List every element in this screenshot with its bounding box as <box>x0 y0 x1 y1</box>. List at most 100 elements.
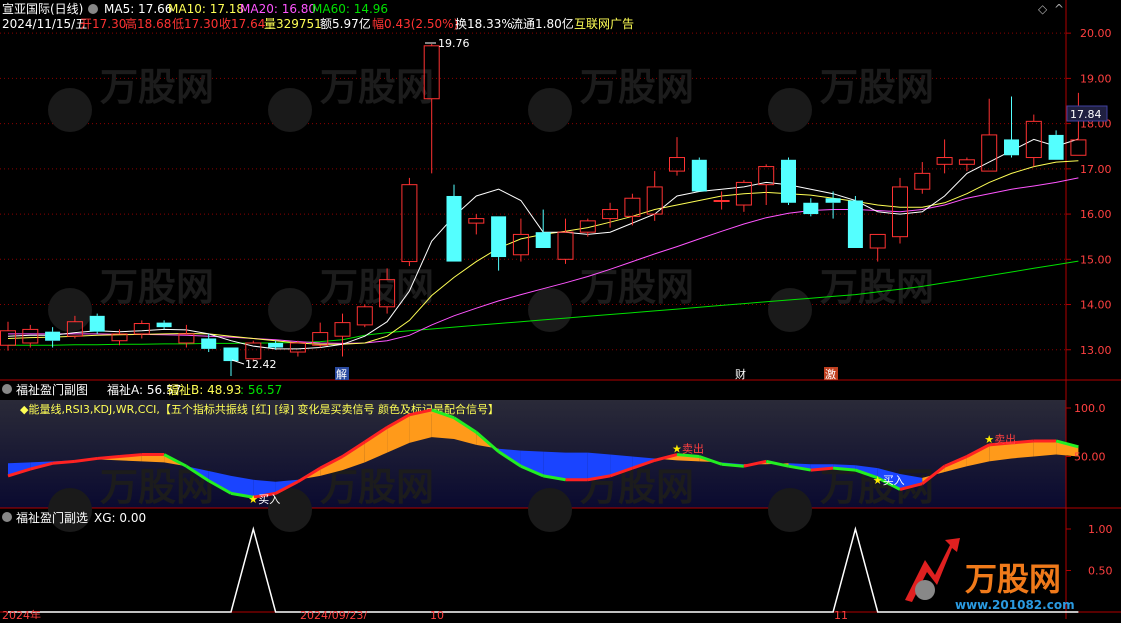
brand-globe-icon <box>915 580 935 600</box>
candle-body-down <box>825 198 841 203</box>
candle <box>691 157 707 192</box>
indicator2-menu-icon[interactable] <box>2 512 12 522</box>
buy-star-icon: ★ <box>248 493 258 506</box>
quote-close: 收17.64 <box>219 17 265 31</box>
brand-url: www.201082.com <box>955 598 1075 612</box>
quote-low: 低17.30 <box>172 17 218 31</box>
price-tick-label: 16.00 <box>1080 208 1112 221</box>
watermark-globe <box>768 288 812 332</box>
dropdown-icon[interactable] <box>88 4 98 14</box>
price-tick-label: 19.00 <box>1080 72 1112 85</box>
candle-body-down <box>535 232 551 248</box>
candle-body-down <box>45 331 61 341</box>
ma20-label: MA20: 16.80 <box>240 2 316 16</box>
candle-body-down <box>491 216 507 258</box>
candle <box>847 195 863 248</box>
watermark-globe <box>768 488 812 532</box>
watermark-brand: 万股网 <box>580 265 694 309</box>
indicator1-tick-label: 100.0 <box>1074 402 1106 415</box>
sell-signal-label: 卖出 <box>682 442 704 456</box>
watermark-brand: 万股网 <box>820 65 934 109</box>
indicator1-a-segment <box>832 466 856 472</box>
watermark-brand: 万股网 <box>320 465 434 509</box>
indicator1-a-segment <box>119 453 142 458</box>
candle-body-down <box>803 202 819 215</box>
diamond-icon[interactable]: ◇ <box>1038 2 1048 16</box>
watermark-brand: 万股网 <box>100 65 214 109</box>
candle-body-down <box>89 315 105 332</box>
indicator2-header: 福祉盈门副选 XG: 0.00 <box>2 510 146 525</box>
low-label: 12.42 <box>245 358 277 371</box>
quote-date: 2024/11/15/五 <box>2 17 87 31</box>
chart-canvas[interactable]: 万股网 万股网 万股网 万股网万股网 万股网 万股网 万股网万股网 万股网 万股网 万股网 宣亚国… <box>0 0 1121 622</box>
event-cai[interactable]: 财 <box>735 367 746 381</box>
bottom-axis-label-4: 11 <box>834 609 848 619</box>
indicator1-a-segment <box>97 455 120 460</box>
sell-star-icon: ★ <box>672 443 682 456</box>
stock-title[interactable]: 宣亚国际(日线) <box>2 1 83 16</box>
watermark-globe <box>48 88 92 132</box>
quote-amount: 额5.97亿 <box>320 16 371 31</box>
current-price-tag: 17.84 <box>1066 105 1108 122</box>
quote-open: 开17.30 <box>80 17 126 31</box>
bottom-axis-label-3: 10 <box>430 609 444 619</box>
candle-body-down <box>268 342 284 348</box>
caret-icon[interactable]: ^ <box>1054 2 1064 16</box>
price-tick-label: 14.00 <box>1080 299 1112 312</box>
indicator1-a-segment <box>810 466 834 472</box>
quote-turnover: 换18.33% <box>455 17 513 31</box>
indicator1-band-segment <box>1033 440 1057 457</box>
sell-signal-label: 卖出 <box>994 432 1016 446</box>
ma60-label: MA60: 14.96 <box>312 2 388 16</box>
candle-body-down <box>156 322 172 328</box>
watermark-globe <box>528 88 572 132</box>
candle-body-down <box>847 200 863 248</box>
quote-change: 幅0.43(2.50%) <box>372 16 458 31</box>
quote-high: 高18.68 <box>125 16 171 31</box>
event-ji: 激 <box>825 367 836 381</box>
brand-name: 万股网 <box>965 560 1061 598</box>
watermark-brand: 万股网 <box>100 265 214 309</box>
candle-body-down <box>1048 134 1064 160</box>
stock-chart-window[interactable]: 万股网 万股网 万股网 万股网 万股网 万股网 万股网 万股网 万股网 万股网 万股网 万股网 宣亚国… <box>0 0 1121 622</box>
watermark-globe <box>48 288 92 332</box>
price-tick-label: 20.00 <box>1080 27 1112 40</box>
buy-signal-label: 买入 <box>883 474 905 487</box>
indicator2-tick-label: 1.00 <box>1088 523 1113 536</box>
indicator1-menu-icon[interactable] <box>2 384 12 394</box>
header-row-2: 2024/11/15/五 开17.30 高18.68 低17.30 收17.64… <box>2 16 634 31</box>
bottom-axis-label-1: 2024年 <box>2 608 41 619</box>
sell-star-icon: ★ <box>984 433 994 446</box>
price-tick-label: 17.00 <box>1080 163 1112 176</box>
candle-body-down <box>1004 139 1019 156</box>
indicator2-xg: XG: 0.00 <box>94 511 146 525</box>
candle-body-up <box>713 200 730 203</box>
buy-signal-label: 买入 <box>258 493 280 506</box>
candle <box>781 157 796 206</box>
watermark-globe <box>528 488 572 532</box>
indicator1-tick-label: 50.00 <box>1074 451 1106 464</box>
watermark-globe <box>768 88 812 132</box>
watermark-globe <box>268 288 312 332</box>
ma5-label: MA5: 17.66 <box>104 2 172 16</box>
price-tick-label: 13.00 <box>1080 344 1112 357</box>
indicator2-name[interactable]: 福祉盈门副选 <box>16 510 88 525</box>
watermark-globe <box>268 88 312 132</box>
buy-star-icon: ★ <box>873 474 883 487</box>
indicator1-band-segment <box>565 452 588 480</box>
indicator1-b-value: 福祉B: 48.93 <box>167 382 241 397</box>
watermark-globe <box>48 488 92 532</box>
candle-body-down <box>223 347 239 362</box>
current-price: 17.84 <box>1070 108 1102 121</box>
quote-concept[interactable]: 互联网广告 <box>574 17 634 31</box>
watermark-brand: 万股网 <box>320 265 434 309</box>
quote-volume: 量329751 <box>264 17 322 31</box>
candle <box>89 313 105 334</box>
candle <box>446 184 462 262</box>
indicator1-c-value: : 56.57 <box>240 383 282 397</box>
candle-body-down <box>201 338 217 349</box>
bottom-axis-label-2: 2024/09/23/ <box>300 609 367 619</box>
indicator1-name[interactable]: 福祉盈门副图 <box>16 382 88 397</box>
candle-body-down <box>781 159 796 203</box>
candle-body-down <box>446 195 462 262</box>
